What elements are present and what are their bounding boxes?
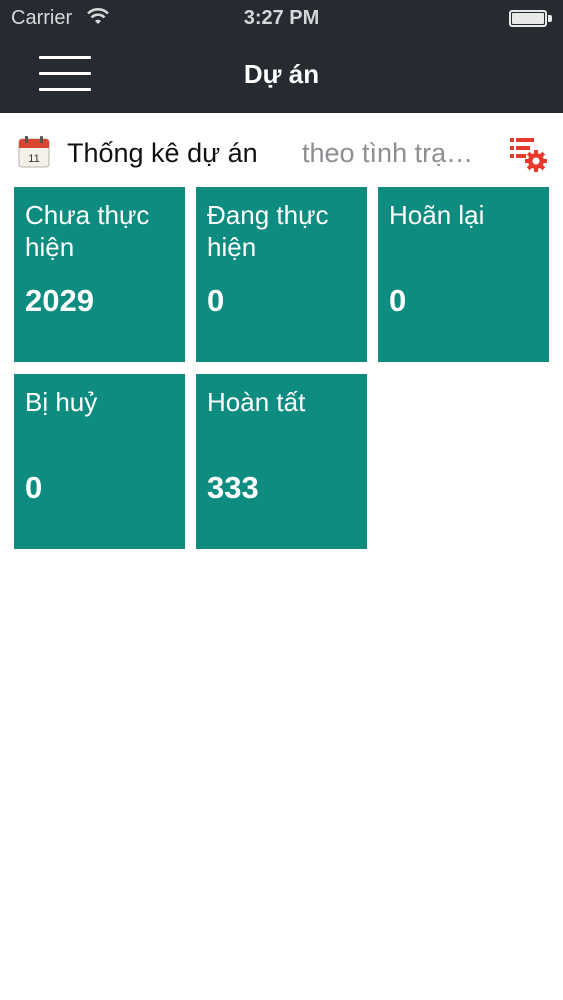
tile-value: 333 (207, 470, 259, 505)
tile-label: Chưa thực hiện (25, 200, 150, 262)
stats-filter-row: 11 Thống kê dự án theo tình trạ… (0, 128, 563, 180)
tile-value: 0 (25, 470, 43, 505)
tile-value: 0 (207, 283, 225, 318)
stats-title: Thống kê dự án (67, 138, 258, 168)
battery-tip (548, 15, 552, 22)
tile-postponed[interactable]: Hoãn lại 0 (378, 187, 549, 362)
app-header: Carrier 3:27 PM Dự án (0, 0, 563, 113)
status-bar: Carrier 3:27 PM (0, 0, 563, 38)
tile-label: Hoãn lại (389, 200, 485, 230)
tile-label: Đang thực hiện (207, 200, 329, 262)
page-title: Dự án (243, 59, 320, 89)
battery-icon (509, 10, 547, 27)
tile-value: 2029 (25, 283, 94, 318)
status-filter-select[interactable]: theo tình trạ… (302, 138, 500, 169)
list-settings-icon[interactable] (508, 134, 548, 174)
tile-cancelled[interactable]: Bị huỷ 0 (14, 374, 185, 549)
tile-not-started[interactable]: Chưa thực hiện 2029 (14, 187, 185, 362)
calendar-day: 11 (28, 153, 39, 165)
tile-label: Bị huỷ (25, 387, 98, 417)
status-time: 3:27 PM (243, 7, 320, 29)
tile-in-progress[interactable]: Đang thực hiện 0 (196, 187, 367, 362)
tile-value: 0 (389, 283, 407, 318)
tile-completed[interactable]: Hoàn tất 333 (196, 374, 367, 549)
tile-label: Hoàn tất (207, 387, 306, 417)
calendar-icon: 11 (18, 136, 50, 168)
